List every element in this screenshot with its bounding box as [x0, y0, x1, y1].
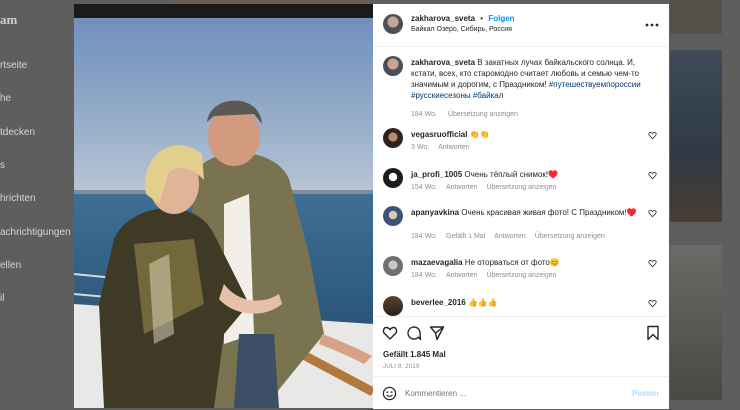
background-thumbnail [670, 0, 722, 34]
comment-item: ja_profi_1005 Очень тёплый снимок!♥️ 154… [383, 168, 663, 194]
post-detail-panel: zakharova_sveta • Folgen Байкал Озеро, С… [373, 4, 669, 409]
post-date: JULI 8, 2019 [383, 364, 420, 370]
add-comment-bar: Posten [373, 376, 669, 410]
background-nav-item: tdecken [0, 127, 36, 138]
post-comment-button[interactable]: Posten [632, 389, 659, 398]
comment-time: 3 Wo. [411, 144, 430, 151]
caption-avatar[interactable] [383, 56, 403, 76]
comment-like-icon[interactable] [648, 209, 657, 218]
background-nav-item: il [0, 293, 5, 304]
reply-link[interactable]: Antworten [494, 233, 526, 240]
likes-count[interactable]: Gefällt 1.845 Mal [383, 350, 446, 359]
comment-like-icon[interactable] [648, 259, 657, 268]
background-thumbnail [670, 50, 722, 222]
comment-like-icon[interactable] [648, 171, 657, 180]
translate-link[interactable]: Übersetzung anzeigen [486, 272, 556, 279]
comment-item: apanyavkina Очень красивая живая фото! С… [383, 206, 663, 242]
commenter-avatar[interactable] [383, 168, 403, 188]
commenter-avatar[interactable] [383, 206, 403, 226]
commenter-username[interactable]: vegasruofficial [411, 130, 467, 139]
background-thumbnail [165, 0, 370, 3]
post-caption: zakharova_sveta В закатных лучах байкаль… [383, 56, 663, 118]
commenter-avatar[interactable] [383, 256, 403, 276]
commenter-username[interactable]: mazaevagalia [411, 258, 463, 267]
translate-link[interactable]: Übersetzung anzeigen [535, 233, 605, 240]
comment-text: 👍👍👍 [467, 298, 498, 307]
likes-count-link[interactable]: Gefällt 1 Mal [446, 233, 485, 240]
comment-input[interactable] [405, 386, 615, 400]
follow-button[interactable]: Folgen [488, 14, 514, 23]
share-icon[interactable] [429, 325, 445, 341]
background-nav-item: ellen [0, 260, 22, 271]
commenter-avatar[interactable] [383, 128, 403, 148]
background-nav-item: rtseite [0, 60, 28, 71]
comment-item: beverlee_2016 👍👍👍 [383, 296, 663, 316]
comment-time: 184 Wo. [411, 233, 437, 240]
comment-like-icon[interactable] [648, 299, 657, 308]
comments-list[interactable]: zakharova_sveta В закатных лучах байкаль… [373, 46, 669, 316]
comment-time: 184 Wo. [411, 272, 437, 279]
comment-text: Очень красивая живая фото! С Праздником!… [461, 208, 637, 217]
comment-text: 👏👏 [469, 130, 490, 139]
comment-time: 154 Wo. [411, 184, 437, 191]
background-nav-item: he [0, 93, 12, 104]
background-nav-item: achrichtigungen [0, 227, 71, 238]
comment-item: mazaevagalia Не оторваться от фото😊 184 … [383, 256, 663, 282]
comment-text: Не оторваться от фото😊 [464, 258, 560, 267]
comment-text: Очень тёплый снимок!♥️ [464, 170, 559, 179]
reply-link[interactable]: Antworten [446, 184, 478, 191]
post-location[interactable]: Байкал Озеро, Сибирь, Россия [411, 26, 512, 33]
translate-link[interactable]: Übersetzung anzeigen [486, 184, 556, 191]
author-avatar[interactable] [383, 14, 403, 34]
post-actions: Gefällt 1.845 Mal JULI 8, 2019 [373, 316, 669, 377]
post-header: zakharova_sveta • Folgen Байкал Озеро, С… [373, 4, 669, 47]
background-thumbnail [670, 245, 722, 400]
emoji-icon[interactable] [382, 386, 397, 401]
background-logo: am [0, 12, 18, 27]
caption-time: 184 Wo. [411, 111, 437, 118]
heart-icon[interactable] [382, 325, 398, 341]
background-nav-item: s [0, 160, 5, 171]
background-sidebar: am rtseite he tdecken s hrichten achrich… [0, 0, 74, 409]
caption-translate-link[interactable]: Übersetzung anzeigen [448, 111, 518, 118]
reply-link[interactable]: Antworten [438, 144, 470, 151]
more-options-icon[interactable] [644, 17, 660, 33]
bookmark-icon[interactable] [645, 325, 661, 341]
caption-username[interactable]: zakharova_sveta [411, 58, 475, 67]
reply-link[interactable]: Antworten [446, 272, 478, 279]
couple-photo-image [74, 4, 373, 408]
commenter-username[interactable]: beverlee_2016 [411, 298, 466, 307]
comment-item: vegasruofficial 👏👏 3 Wo. Antworten [383, 128, 663, 154]
commenter-username[interactable]: apanyavkina [411, 208, 459, 217]
author-username[interactable]: zakharova_sveta [411, 14, 475, 23]
comment-icon[interactable] [406, 325, 422, 341]
background-nav-item: hrichten [0, 193, 36, 204]
commenter-avatar[interactable] [383, 296, 403, 316]
comment-like-icon[interactable] [648, 131, 657, 140]
commenter-username[interactable]: ja_profi_1005 [411, 170, 462, 179]
post-photo[interactable] [74, 4, 373, 408]
follow-separator: • [480, 14, 484, 23]
